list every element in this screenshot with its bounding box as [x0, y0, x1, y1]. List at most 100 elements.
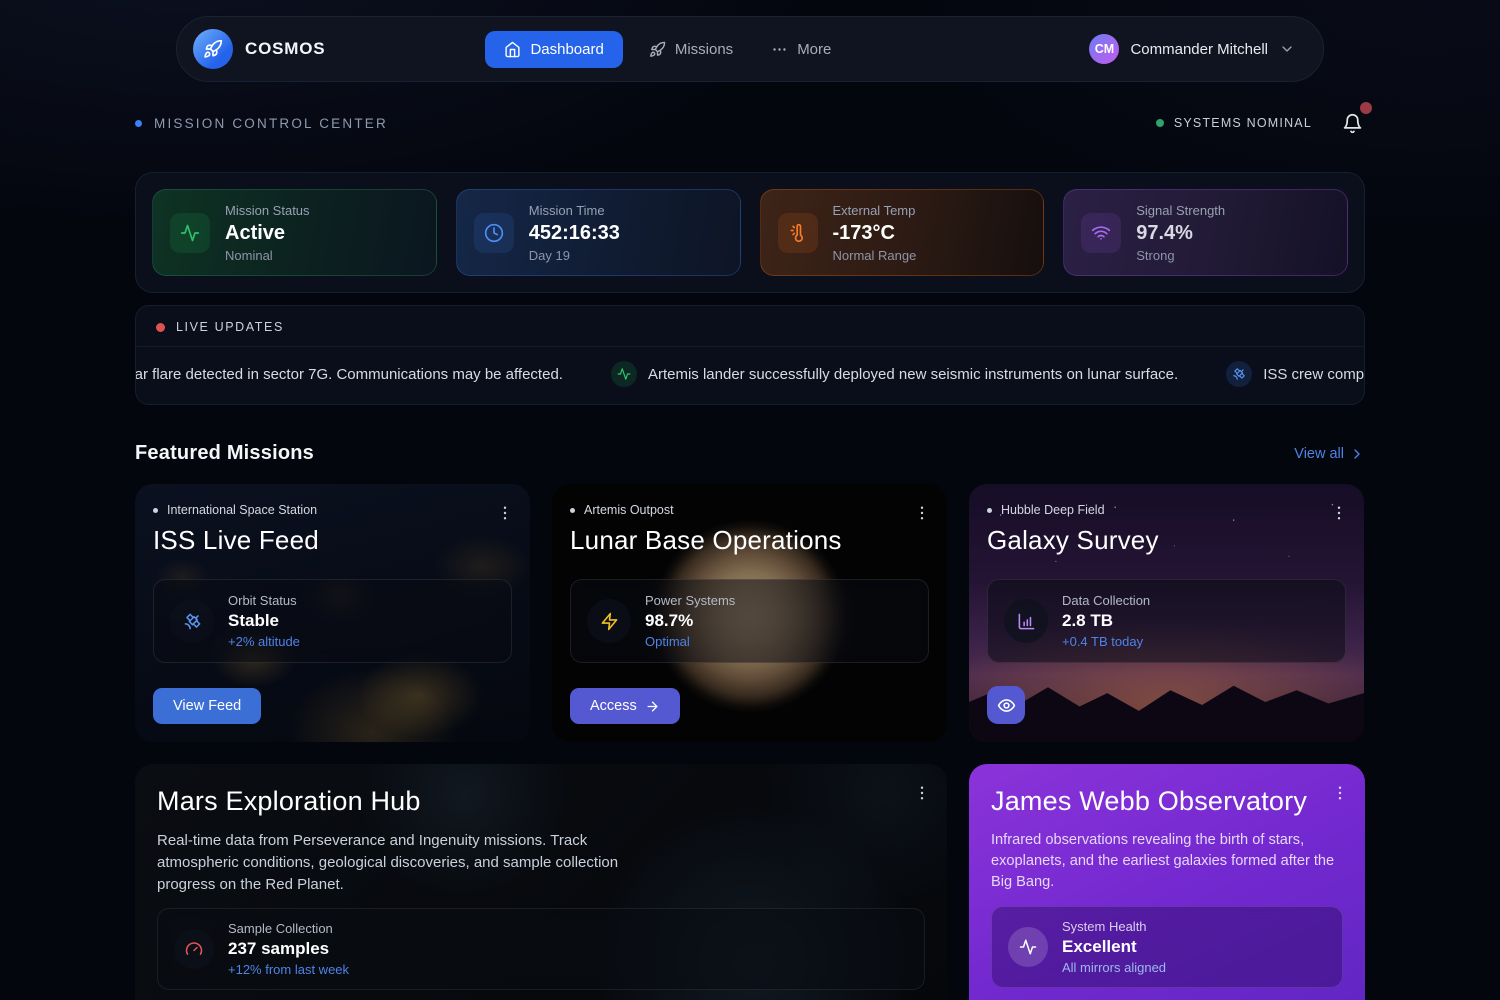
top-nav: COSMOS Dashboard Missions More CM Comman… [176, 16, 1324, 82]
card-menu-button[interactable] [490, 498, 520, 528]
ticker-item: Artemis lander successfully deployed new… [611, 361, 1178, 387]
stat-label: Signal Strength [1136, 203, 1225, 218]
button-label: View Feed [173, 698, 241, 714]
card-description: Infrared observations revealing the birt… [991, 830, 1343, 893]
stat-delta: All mirrors aligned [1062, 960, 1166, 975]
eyebrow-label: International Space Station [167, 503, 317, 517]
rocket-icon [649, 41, 666, 58]
stat-label: External Temp [833, 203, 917, 218]
card-title: Galaxy Survey [987, 525, 1346, 556]
stat-card-mission-status: Mission Status Active Nominal [152, 189, 437, 276]
kebab-icon [1331, 784, 1349, 802]
mars-exploration-card[interactable]: Mars Exploration Hub Real-time data from… [135, 764, 947, 1000]
stat-sub: Day 19 [529, 248, 620, 263]
card-menu-button[interactable] [1324, 498, 1354, 528]
system-status-group: SYSTEMS NOMINAL [1156, 111, 1365, 136]
card-eyebrow: International Space Station [153, 503, 512, 517]
card-content: Artemis Outpost Lunar Base Operations Po… [552, 484, 947, 742]
brand[interactable]: COSMOS [193, 29, 325, 69]
stat-value: 97.4% [1136, 221, 1225, 245]
stat-card-mission-time: Mission Time 452:16:33 Day 19 [456, 189, 741, 276]
stats-panel: Mission Status Active Nominal Mission Ti… [135, 172, 1365, 293]
activity-icon [170, 213, 210, 253]
stat-label: Sample Collection [228, 921, 349, 936]
ticker-item: ISS crew completes critical EVA [1226, 361, 1364, 387]
james-webb-card[interactable]: James Webb Observatory Infrared observat… [969, 764, 1365, 1000]
notifications-button[interactable] [1340, 111, 1365, 136]
card-title: Mars Exploration Hub [157, 786, 925, 817]
user-menu[interactable]: CM Commander Mitchell [1083, 28, 1309, 70]
card-menu-button[interactable] [1325, 778, 1355, 808]
stat-label: Power Systems [645, 593, 735, 608]
card-content: International Space Station ISS Live Fee… [135, 484, 530, 742]
kebab-icon [1330, 504, 1348, 522]
stat-label: System Health [1062, 919, 1166, 934]
main-content: MISSION CONTROL CENTER SYSTEMS NOMINAL M… [135, 82, 1365, 1000]
wifi-icon [1081, 213, 1121, 253]
card-title: ISS Live Feed [153, 525, 512, 556]
access-button[interactable]: Access [570, 688, 680, 724]
avatar: CM [1089, 34, 1119, 64]
cosmos-dashboard-page: COSMOS Dashboard Missions More CM Comman… [0, 0, 1500, 1000]
card-menu-button[interactable] [907, 778, 937, 808]
thermometer-icon [778, 213, 818, 253]
card-menu-button[interactable] [907, 498, 937, 528]
stat-value: Stable [228, 611, 300, 631]
view-all-label: View all [1294, 446, 1344, 462]
ticker-text: Solar flare detected in sector 7G. Commu… [136, 366, 563, 383]
nav-item-label: Dashboard [530, 41, 603, 58]
bell-icon [1342, 113, 1363, 134]
chevron-right-icon [1349, 446, 1365, 462]
view-feed-button[interactable]: View Feed [153, 688, 261, 724]
nav-item-dashboard[interactable]: Dashboard [485, 31, 622, 68]
featured-missions-header: Featured Missions View all [135, 442, 1365, 465]
stat-card-external-temp: External Temp -173°C Normal Range [760, 189, 1045, 276]
card-stat-box: Data Collection 2.8 TB +0.4 TB today [987, 579, 1346, 663]
live-updates-panel: LIVE UPDATES Solar flare detected in sec… [135, 305, 1365, 405]
kebab-icon [496, 504, 514, 522]
card-stat-box: Sample Collection 237 samples +12% from … [157, 908, 925, 990]
stat-label: Data Collection [1062, 593, 1150, 608]
mission-card-galaxy[interactable]: Hubble Deep Field Galaxy Survey Data Col… [969, 484, 1364, 742]
ticker-text: Artemis lander successfully deployed new… [648, 366, 1178, 383]
card-title: Lunar Base Operations [570, 525, 929, 556]
activity-icon [611, 361, 637, 387]
stat-label: Orbit Status [228, 593, 300, 608]
stat-card-signal-strength: Signal Strength 97.4% Strong [1063, 189, 1348, 276]
stat-label: Mission Time [529, 203, 620, 218]
brand-name: COSMOS [245, 39, 325, 59]
mission-card-lunar[interactable]: Artemis Outpost Lunar Base Operations Po… [552, 484, 947, 742]
preview-button[interactable] [987, 686, 1025, 724]
card-stat-box: System Health Excellent All mirrors alig… [991, 906, 1343, 988]
ticker-track: Solar flare detected in sector 7G. Commu… [136, 347, 1364, 404]
eyebrow-dot [987, 508, 992, 513]
card-eyebrow: Hubble Deep Field [987, 503, 1346, 517]
nav-item-missions[interactable]: Missions [637, 31, 745, 68]
stat-delta: +0.4 TB today [1062, 634, 1150, 649]
stat-label: Mission Status [225, 203, 310, 218]
card-stat-box: Orbit Status Stable +2% altitude [153, 579, 512, 663]
status-dot-green [1156, 119, 1164, 127]
card-description: Real-time data from Perseverance and Ing… [157, 830, 629, 895]
card-content: Hubble Deep Field Galaxy Survey Data Col… [969, 484, 1364, 742]
mission-card-iss[interactable]: International Space Station ISS Live Fee… [135, 484, 530, 742]
system-status-label: SYSTEMS NOMINAL [1174, 116, 1312, 130]
notification-badge [1360, 102, 1372, 114]
mission-control-title-group: MISSION CONTROL CENTER [135, 116, 388, 131]
zap-icon [587, 599, 631, 643]
user-name: Commander Mitchell [1130, 41, 1268, 58]
eyebrow-dot [153, 508, 158, 513]
nav-item-label: More [797, 41, 831, 58]
stat-delta: +2% altitude [228, 634, 300, 649]
view-all-link[interactable]: View all [1294, 446, 1365, 462]
kebab-icon [913, 784, 931, 802]
news-ticker[interactable]: Solar flare detected in sector 7G. Commu… [136, 347, 1364, 404]
stat-value: 98.7% [645, 611, 735, 631]
nav-item-more[interactable]: More [759, 31, 843, 68]
live-dot [156, 323, 165, 332]
stat-delta: Optimal [645, 634, 735, 649]
kebab-icon [913, 504, 931, 522]
stat-sub: Normal Range [833, 248, 917, 263]
card-eyebrow: Artemis Outpost [570, 503, 929, 517]
stat-value: Active [225, 221, 310, 245]
